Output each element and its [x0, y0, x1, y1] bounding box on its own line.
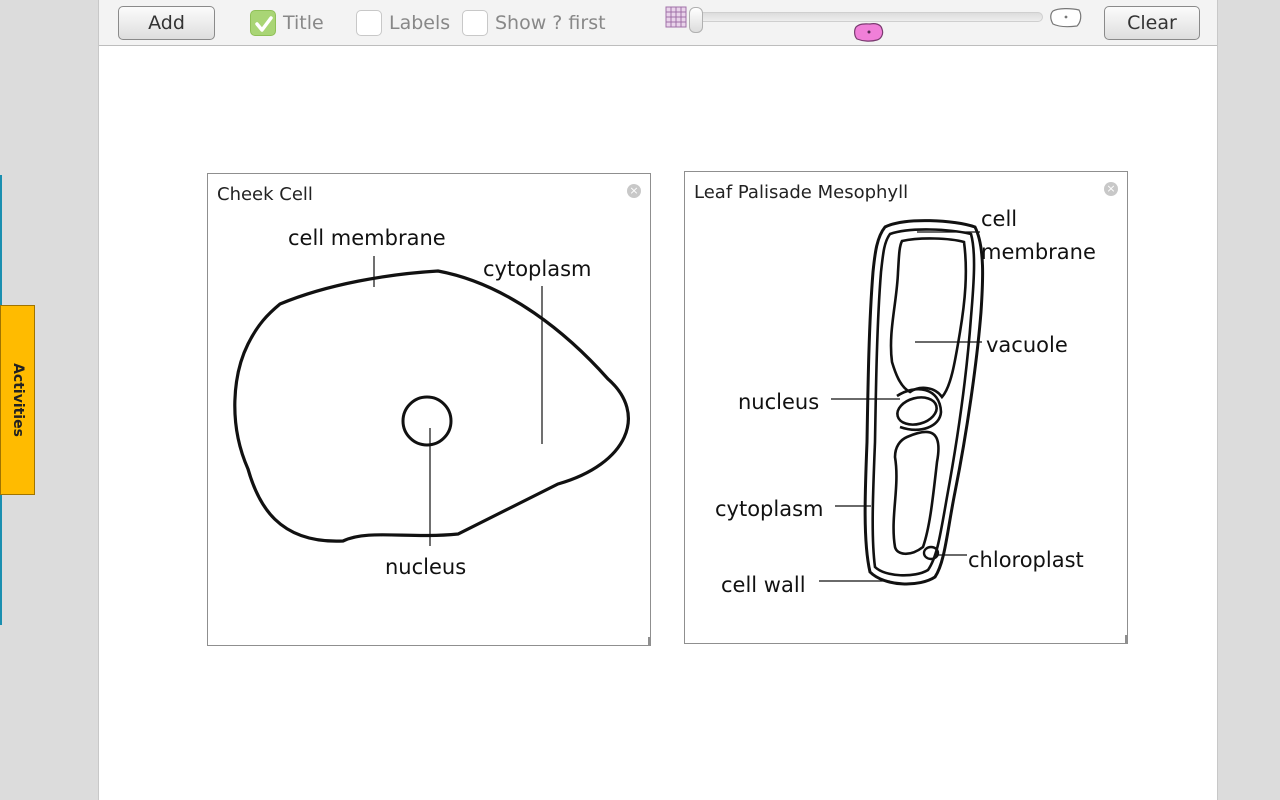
workspace-canvas: Add Title Labels Show ? first Clear Chee: [98, 0, 1218, 800]
leaf-nucleus-shape: [896, 396, 938, 426]
activities-tab[interactable]: Activities: [0, 305, 35, 495]
add-button[interactable]: Add: [118, 6, 215, 40]
cheek-nucleus-shape: [401, 395, 453, 447]
zoom-slider-thumb[interactable]: [689, 7, 703, 33]
checkmark-icon: [255, 16, 273, 32]
label-cell-membrane: cell membrane: [288, 226, 446, 250]
activities-tab-label: Activities: [9, 363, 26, 437]
label-cytoplasm: cytoplasm: [715, 497, 824, 521]
toolbar: Add Title Labels Show ? first Clear: [99, 0, 1217, 46]
show-question-first-checkbox[interactable]: [462, 10, 488, 36]
cheek-cell-diagram: cell membrane cytoplasm nucleus: [233, 226, 630, 579]
leaf-palisade-diagram: cell membrane vacuole nucleus cytoplasm …: [715, 207, 1096, 597]
plant-cell-grid-icon: [665, 6, 687, 28]
title-checkbox[interactable]: [250, 10, 276, 36]
labels-checkbox[interactable]: [356, 10, 382, 36]
cheek-cell-outline: [233, 269, 630, 543]
label-nucleus: nucleus: [385, 555, 466, 579]
labels-checkbox-label: Labels: [389, 12, 451, 34]
leaf-palisade-card[interactable]: Leaf Palisade Mesophyll cell membrane: [684, 171, 1128, 644]
label-chloroplast: chloroplast: [968, 548, 1084, 572]
label-vacuole: vacuole: [986, 333, 1068, 357]
pink-cell-icon[interactable]: [853, 21, 885, 43]
label-nucleus: nucleus: [738, 390, 819, 414]
title-checkbox-label: Title: [283, 12, 324, 34]
label-cytoplasm: cytoplasm: [483, 257, 592, 281]
label-cell: cell: [981, 207, 1017, 231]
label-membrane: membrane: [981, 240, 1096, 264]
animal-cell-outline-icon: [1050, 8, 1082, 28]
cell-membrane-outline: [871, 228, 976, 577]
cheek-cell-card[interactable]: Cheek Cell cell membrane cytoplasm nucle…: [207, 173, 651, 646]
vacuole-outline: [889, 237, 968, 556]
clear-button[interactable]: Clear: [1104, 6, 1200, 40]
show-question-first-label: Show ? first: [495, 12, 606, 34]
label-cell-wall: cell wall: [721, 573, 806, 597]
